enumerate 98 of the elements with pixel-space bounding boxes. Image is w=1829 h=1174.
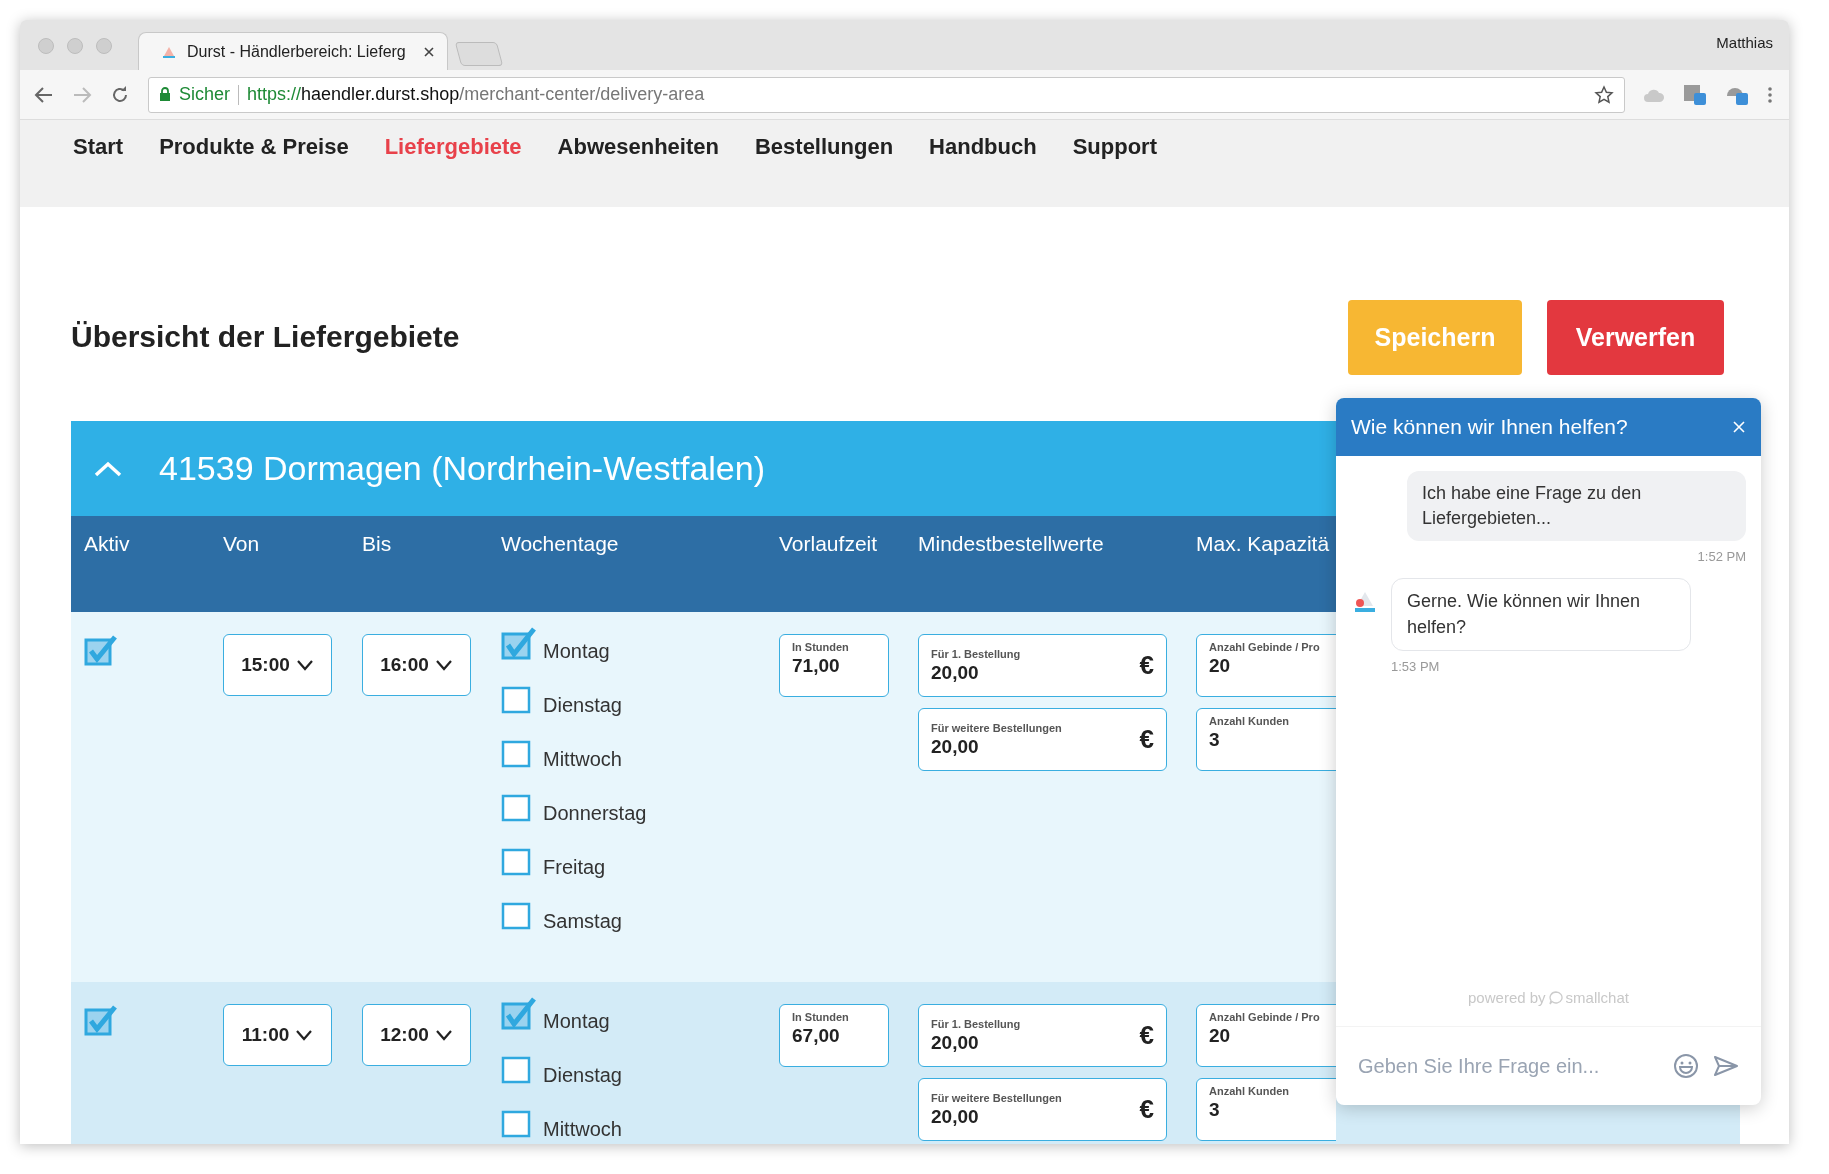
- currency-symbol: €: [1139, 1020, 1154, 1051]
- chevron-up-icon[interactable]: [93, 459, 123, 478]
- chevron-down-icon: [295, 1029, 314, 1041]
- column-header: Von: [223, 532, 260, 555]
- checked-checkbox[interactable]: [84, 1004, 120, 1036]
- smiley-icon[interactable]: [1673, 1053, 1699, 1079]
- time-select[interactable]: 12:00: [362, 1004, 471, 1066]
- column-header: Mindestbestellwerte: [918, 532, 1104, 555]
- nav-link[interactable]: Support: [1072, 134, 1157, 207]
- field-value: 3: [1209, 729, 1221, 751]
- checked-checkbox[interactable]: [84, 634, 120, 666]
- window-zoom-dot[interactable]: [96, 38, 112, 54]
- tab-title: Durst - Händlerbereich: Lieferg: [187, 42, 407, 61]
- chat-message: Gerne. Wie können wir Ihnen helfen?: [1391, 578, 1691, 651]
- field-label: Anzahl Kunden: [1209, 1085, 1291, 1097]
- profile-name[interactable]: Matthias: [1716, 34, 1773, 51]
- time-select[interactable]: 11:00: [223, 1004, 332, 1066]
- field-label: Anzahl Kunden: [1209, 715, 1291, 727]
- time-select[interactable]: 15:00: [223, 634, 332, 696]
- reload-icon[interactable]: [110, 84, 130, 105]
- field-label: Anzahl Gebinde / Pro: [1209, 1011, 1321, 1023]
- weekday-label: Freitag: [543, 856, 606, 879]
- lead-time-field[interactable]: In Stunden 71,00: [779, 634, 889, 697]
- nav-link[interactable]: Handbuch: [929, 134, 1037, 207]
- weekday-label: Mittwoch: [543, 748, 622, 771]
- column-header: Vorlaufzeit: [779, 532, 878, 555]
- field-label: In Stunden: [792, 1011, 850, 1023]
- send-icon[interactable]: [1713, 1055, 1739, 1077]
- column-header: Bis: [362, 532, 392, 555]
- currency-symbol: €: [1139, 1094, 1154, 1125]
- field-value: 3: [1209, 1099, 1221, 1121]
- security-label: Sicher: [179, 84, 231, 105]
- weekday-label: Samstag: [543, 910, 622, 933]
- min-order-field[interactable]: Für 1. Bestellung 20,00 €: [918, 634, 1167, 697]
- chat-message: Ich habe eine Frage zu den Liefergebieten...: [1407, 471, 1746, 542]
- weekday-label: Dienstag: [543, 694, 622, 717]
- field-value: 20,00: [931, 661, 980, 684]
- currency-symbol: €: [1139, 650, 1154, 681]
- weekday-label: Dienstag: [543, 1064, 622, 1087]
- back-arrow-icon[interactable]: [34, 85, 54, 104]
- min-order-field[interactable]: Für weitere Bestellungen 20,00 €: [918, 708, 1167, 771]
- weekday-label: Montag: [543, 640, 610, 663]
- capacity-field[interactable]: Anzahl Gebinde / Pro 20: [1196, 634, 1336, 697]
- star-icon[interactable]: [1594, 84, 1614, 105]
- field-label: Für 1. Bestellung: [931, 647, 1021, 660]
- chevron-down-icon: [295, 659, 314, 671]
- chevron-down-icon: [434, 1029, 453, 1041]
- field-value: 20,00: [931, 1105, 980, 1128]
- url-text: https://haendler.durst.shop/merchant-center/delivery-area: [247, 84, 706, 105]
- min-order-field[interactable]: Für weitere Bestellungen 20,00 €: [918, 1078, 1167, 1141]
- column-header: Aktiv: [84, 532, 130, 555]
- capacity-field[interactable]: Anzahl Gebinde / Pro 20: [1196, 1004, 1336, 1067]
- extension-icon[interactable]: [1683, 83, 1707, 106]
- checked-checkbox[interactable]: [501, 996, 537, 1030]
- window-close-dot[interactable]: [38, 38, 54, 54]
- field-value: 20: [1209, 655, 1232, 677]
- nav-link[interactable]: Start: [73, 134, 124, 207]
- new-tab-button[interactable]: [454, 42, 504, 66]
- browser-tab[interactable]: Durst - Händlerbereich: Lieferg: [138, 32, 448, 70]
- field-label: Für weitere Bestellungen: [931, 721, 1062, 734]
- min-order-field[interactable]: Für 1. Bestellung 20,00 €: [918, 1004, 1167, 1067]
- weekday-label: Mittwoch: [543, 1118, 622, 1141]
- page-title: Übersicht der Liefergebiete: [71, 320, 460, 354]
- lead-time-field[interactable]: In Stunden 67,00: [779, 1004, 889, 1067]
- close-icon[interactable]: [423, 45, 435, 58]
- field-label: In Stunden: [792, 641, 850, 653]
- capacity-field[interactable]: Anzahl Kunden 3: [1196, 708, 1336, 771]
- forward-arrow-icon[interactable]: [72, 85, 92, 104]
- field-value: 20,00: [931, 735, 980, 758]
- field-value: 20,00: [931, 1031, 980, 1054]
- checked-checkbox[interactable]: [501, 626, 537, 660]
- field-value: 67,00: [792, 1025, 841, 1047]
- message-time: 1:53 PM: [1391, 658, 1440, 674]
- field-label: Für weitere Bestellungen: [931, 1091, 1062, 1104]
- time-select[interactable]: 16:00: [362, 634, 471, 696]
- window-minimize-dot[interactable]: [67, 38, 83, 54]
- lock-icon: [159, 87, 171, 102]
- field-label: Für 1. Bestellung: [931, 1017, 1021, 1030]
- weekday-label: Donnerstag: [543, 802, 647, 825]
- field-value: 20: [1209, 1025, 1232, 1047]
- nav-link[interactable]: Liefergebiete: [384, 134, 522, 207]
- nav-link[interactable]: Abwesenheiten: [557, 134, 719, 207]
- address-bar[interactable]: Sicher https://haendler.durst.shop/merchant-center/delivery-area: [148, 76, 1625, 113]
- nav-link[interactable]: Produkte & Preise: [159, 134, 349, 207]
- discard-button[interactable]: Verwerfen: [1547, 300, 1724, 375]
- capacity-field[interactable]: Anzahl Kunden 3: [1196, 1078, 1336, 1141]
- nav-link[interactable]: Bestellungen: [754, 134, 894, 207]
- currency-symbol: €: [1139, 724, 1154, 755]
- message-time: 1:52 PM: [1697, 549, 1746, 565]
- chevron-down-icon: [434, 659, 453, 671]
- column-header: Wochentage: [501, 532, 619, 555]
- speech-bubble-icon: [1548, 990, 1563, 1005]
- area-title: 41539 Dormagen (Nordrhein-Westfalen): [159, 449, 765, 488]
- field-label: Anzahl Gebinde / Pro: [1209, 641, 1321, 653]
- column-header: Max. Kapazitä: [1196, 532, 1330, 555]
- menu-icon[interactable]: [1767, 85, 1773, 104]
- field-value: 71,00: [792, 655, 841, 677]
- weekday-label: Montag: [543, 1010, 610, 1033]
